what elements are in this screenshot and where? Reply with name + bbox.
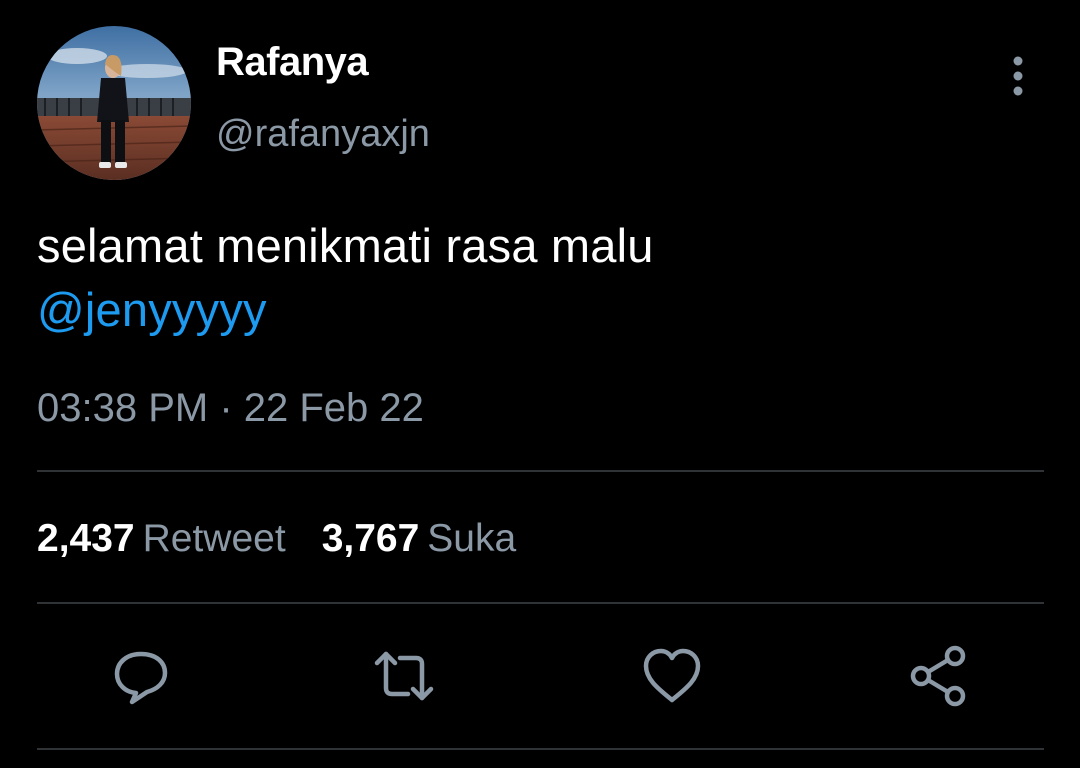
retweets-label: Retweet	[142, 517, 286, 560]
retweets-count: 2,437	[37, 517, 135, 560]
retweet-icon	[374, 651, 434, 701]
author-handle[interactable]: @rafanyaxjn	[216, 113, 430, 156]
likes-label: Suka	[427, 517, 517, 560]
more-options-button[interactable]	[998, 52, 1038, 100]
more-vertical-icon	[1013, 56, 1023, 96]
tweet-timestamp[interactable]: 03:38 PM · 22 Feb 22	[37, 386, 424, 431]
retweets-stat[interactable]: 2,437 Retweet	[37, 517, 286, 561]
likes-count: 3,767	[321, 517, 420, 560]
tweet-text: selamat menikmati rasa malu @jenyyyyy	[37, 214, 1037, 342]
tweet-body: selamat menikmati rasa malu	[37, 219, 654, 272]
like-button[interactable]	[640, 644, 704, 708]
avatar-photo	[37, 26, 191, 180]
heart-icon	[643, 648, 701, 703]
divider	[37, 602, 1044, 604]
avatar[interactable]	[37, 26, 191, 180]
tweet-detail: Rafanya @rafanyaxjn selamat menikmati ra…	[0, 0, 1080, 768]
reply-bubble-icon	[114, 651, 168, 705]
likes-stat[interactable]: 3,767 Suka	[322, 517, 517, 561]
share-button[interactable]	[908, 644, 972, 708]
share-icon	[910, 645, 966, 707]
divider	[37, 748, 1044, 750]
divider	[37, 470, 1044, 472]
tweet-stats: 2,437 Retweet 3,767 Suka	[37, 517, 516, 561]
reply-button[interactable]	[109, 644, 173, 708]
mention-link[interactable]: @jenyyyyy	[37, 278, 267, 342]
retweet-button[interactable]	[372, 644, 436, 708]
author-display-name[interactable]: Rafanya	[216, 40, 369, 85]
